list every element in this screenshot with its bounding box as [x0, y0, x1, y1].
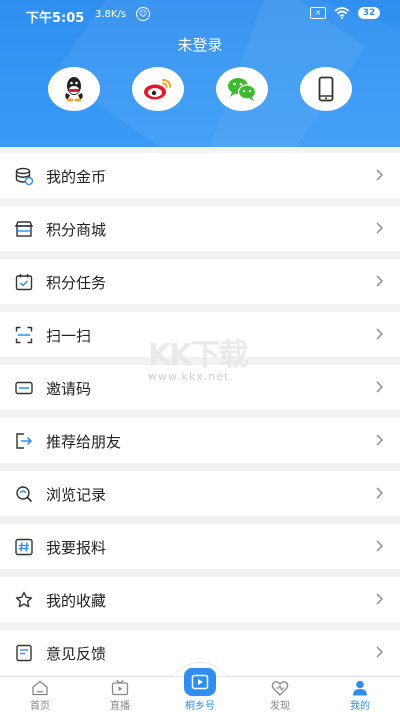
- chevron-right-icon: [376, 487, 384, 499]
- menu-item-coins[interactable]: 我的金币: [0, 153, 400, 198]
- feedback-icon: [16, 644, 32, 662]
- chevron-right-icon: [376, 593, 384, 605]
- chevron-right-icon: [376, 646, 384, 658]
- live-icon: [111, 680, 129, 696]
- chevron-right-icon: [376, 540, 384, 552]
- share-icon: [16, 433, 33, 449]
- menu-item-scan[interactable]: 扫一扫: [0, 312, 400, 357]
- wifi-icon: [334, 7, 350, 19]
- hashtag-icon: [15, 538, 33, 556]
- scan-icon: [15, 326, 33, 344]
- status-network-speed: 3.8K/s: [95, 9, 127, 20]
- menu-item-browse-history[interactable]: 浏览记录: [0, 471, 400, 516]
- menu-item-favorites[interactable]: 我的收藏: [0, 577, 400, 622]
- history-icon: [16, 486, 33, 503]
- coins-icon: [15, 167, 34, 186]
- tab-label: 桐乡号: [185, 701, 215, 712]
- battery-icon: 32: [358, 7, 380, 19]
- store-icon: [14, 221, 34, 237]
- profile-header: 下午5:05 3.8K/s ☺ ✕ 32 未登录: [0, 0, 400, 147]
- tab-profile[interactable]: 我的: [320, 677, 400, 712]
- status-bar: 下午5:05 3.8K/s ☺ ✕ 32: [0, 0, 400, 30]
- phone-login-button[interactable]: [300, 67, 352, 111]
- chevron-right-icon: [376, 434, 384, 446]
- chevron-right-icon: [376, 381, 384, 393]
- tongxiang-icon: [191, 674, 209, 690]
- menu-item-invite-code[interactable]: 邀请码: [0, 365, 400, 410]
- chevron-right-icon: [376, 222, 384, 234]
- wechat-login-button[interactable]: [216, 67, 268, 111]
- menu-item-label: 浏览记录: [46, 486, 107, 504]
- tab-home[interactable]: 首页: [0, 677, 80, 712]
- tab-label: 首页: [30, 701, 50, 712]
- login-options: [0, 67, 400, 111]
- tab-tongxiang[interactable]: [184, 668, 216, 696]
- status-right-icons: ✕ 32: [310, 7, 380, 19]
- tab-label: 发现: [270, 701, 290, 712]
- menu-item-label: 积分任务: [46, 274, 107, 292]
- menu-item-label: 我要报料: [46, 539, 107, 557]
- menu-item-label: 积分商城: [46, 221, 107, 239]
- menu-item-submit-tip[interactable]: 我要报料: [0, 524, 400, 569]
- status-time: 下午5:05: [26, 11, 85, 26]
- menu-item-label: 扫一扫: [46, 327, 92, 345]
- profile-icon: [353, 680, 367, 696]
- weibo-login-button[interactable]: [132, 67, 184, 111]
- invite-code-icon: [15, 381, 33, 395]
- smiley-icon: ☺: [136, 7, 150, 21]
- menu-item-points-store[interactable]: 积分商城: [0, 206, 400, 251]
- login-status[interactable]: 未登录: [0, 34, 400, 55]
- chevron-right-icon: [376, 169, 384, 181]
- menu-item-label: 我的金币: [46, 168, 107, 186]
- chevron-right-icon: [376, 275, 384, 287]
- menu-item-label: 推荐给朋友: [46, 433, 122, 451]
- wechat-icon: [228, 78, 257, 101]
- sim-icon: ✕: [310, 7, 326, 19]
- discover-icon: [271, 681, 289, 696]
- tab-live[interactable]: 直播: [80, 677, 160, 712]
- menu-item-label: 我的收藏: [46, 592, 107, 610]
- weibo-icon: [144, 79, 171, 100]
- task-icon: [15, 274, 33, 291]
- menu-item-label: 意见反馈: [46, 645, 107, 663]
- menu-item-label: 邀请码: [46, 380, 92, 398]
- tab-label: 我的: [350, 701, 370, 712]
- phone-icon: [318, 76, 334, 102]
- star-icon: [15, 591, 33, 608]
- menu-item-points-tasks[interactable]: 积分任务: [0, 259, 400, 304]
- menu-item-recommend-friends[interactable]: 推荐给朋友: [0, 418, 400, 463]
- home-icon: [32, 680, 48, 696]
- chevron-right-icon: [376, 328, 384, 340]
- qq-login-button[interactable]: [48, 67, 100, 111]
- tab-label: 直播: [110, 701, 130, 712]
- tab-discover[interactable]: 发现: [240, 677, 320, 712]
- qq-icon: [65, 77, 83, 102]
